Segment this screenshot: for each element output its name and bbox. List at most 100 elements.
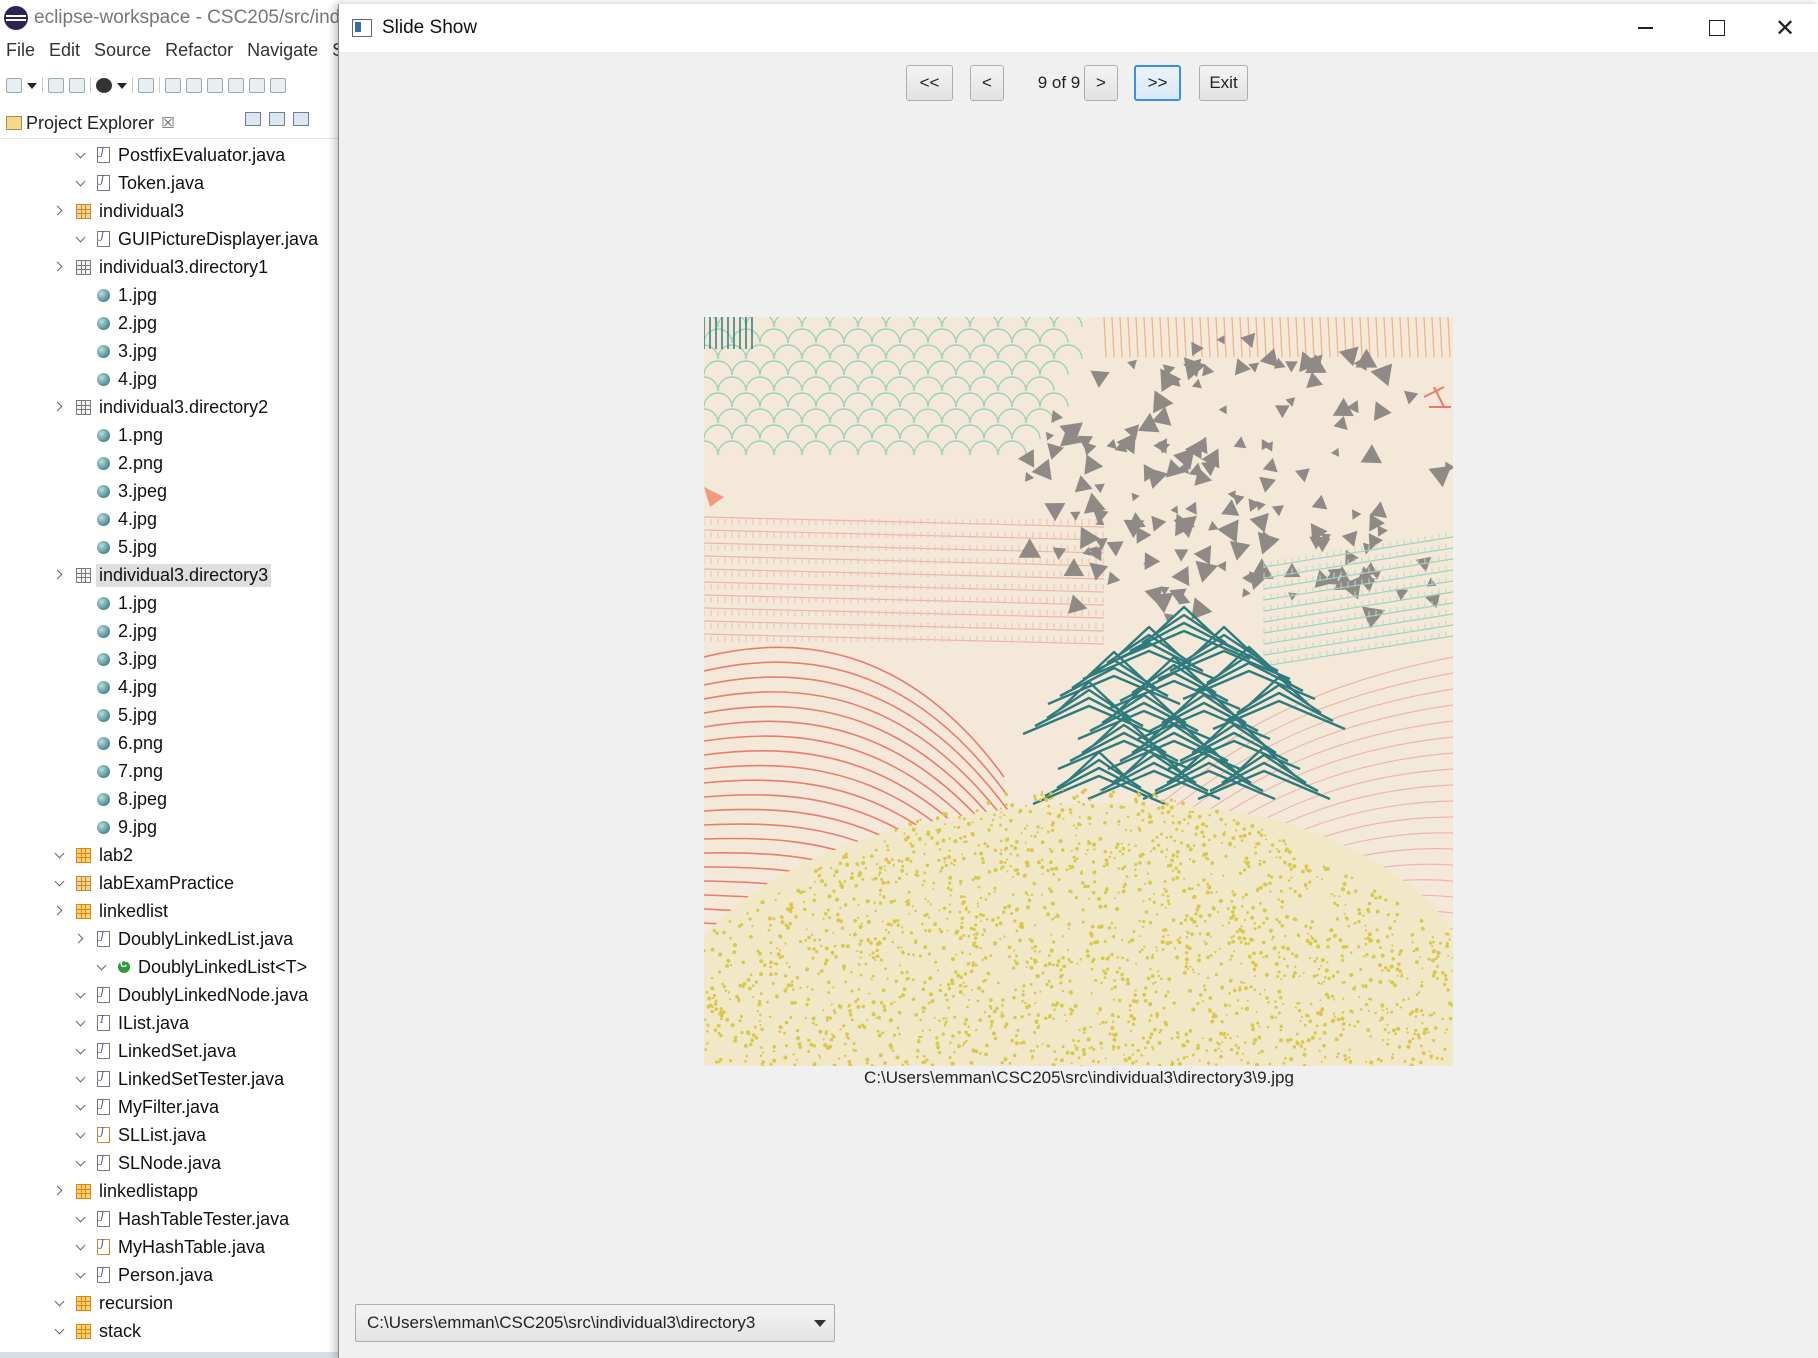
tree-item[interactable]: MyFilter.java	[73, 1093, 219, 1121]
menu-edit[interactable]: Edit	[43, 37, 88, 65]
tree-item[interactable]: 7.png	[73, 757, 163, 785]
tree-item[interactable]: DoublyLinkedNode.java	[73, 981, 308, 1009]
directory-dropdown[interactable]: C:\Users\emman\CSC205\src\individual3\di…	[355, 1304, 835, 1342]
tree-item[interactable]: 3.jpeg	[73, 477, 167, 505]
chevron-right-icon[interactable]	[73, 1239, 89, 1255]
tree-item[interactable]: individual3.directory2	[52, 393, 268, 421]
chevron-right-icon[interactable]	[73, 147, 89, 163]
chevron-right-icon[interactable]	[52, 875, 68, 891]
save-icon[interactable]	[48, 77, 64, 93]
image-file-icon	[97, 652, 110, 666]
tree-item[interactable]: 3.jpg	[73, 645, 157, 673]
step-over-icon[interactable]	[270, 77, 286, 93]
tree-item[interactable]: Person.java	[73, 1261, 213, 1289]
step-into-icon[interactable]	[249, 77, 265, 93]
tree-item[interactable]: 1.jpg	[73, 589, 157, 617]
run-config-icon[interactable]	[96, 77, 112, 93]
tree-item[interactable]: 9.jpg	[73, 813, 157, 841]
chevron-right-icon[interactable]	[52, 1295, 68, 1311]
menu-refactor[interactable]: Refactor	[159, 37, 241, 65]
chevron-right-icon[interactable]	[73, 1015, 89, 1031]
resume-icon[interactable]	[165, 77, 181, 93]
chevron-right-icon[interactable]	[73, 1099, 89, 1115]
close-button[interactable]: ✕	[1750, 4, 1818, 52]
tree-item[interactable]: 3.jpg	[73, 337, 157, 365]
run-config-dropdown-icon[interactable]	[117, 80, 127, 90]
tree-item[interactable]: 8.jpeg	[73, 785, 167, 813]
tree-item[interactable]: GUIPictureDisplayer.java	[73, 225, 318, 253]
chevron-right-icon[interactable]	[52, 847, 68, 863]
last-image-button[interactable]: >>	[1134, 65, 1181, 101]
collapse-all-icon[interactable]	[245, 112, 261, 126]
chevron-down-icon[interactable]	[73, 931, 89, 947]
chevron-down-icon[interactable]	[52, 399, 68, 415]
tree-item[interactable]: 6.png	[73, 729, 163, 757]
skip-breakpoints-icon[interactable]	[138, 77, 154, 93]
tree-item[interactable]: 4.jpg	[73, 365, 157, 393]
tree-item[interactable]: PostfixEvaluator.java	[73, 141, 285, 169]
suspend-icon[interactable]	[186, 77, 202, 93]
terminate-icon[interactable]	[207, 77, 223, 93]
tree-item[interactable]: 2.jpg	[73, 617, 157, 645]
filters-icon[interactable]	[293, 112, 309, 126]
disconnect-icon[interactable]	[228, 77, 244, 93]
chevron-right-icon[interactable]	[73, 1071, 89, 1087]
tree-item[interactable]: DoublyLinkedList.java	[73, 925, 293, 953]
menu-source[interactable]: Source	[88, 37, 159, 65]
tree-item[interactable]: labExamPractice	[52, 869, 234, 897]
chevron-right-icon[interactable]	[52, 1323, 68, 1339]
tree-item[interactable]: 5.jpg	[73, 701, 157, 729]
chevron-right-icon[interactable]	[73, 1043, 89, 1059]
tree-item[interactable]: LinkedSet.java	[73, 1037, 236, 1065]
chevron-down-icon[interactable]	[52, 567, 68, 583]
tree-item[interactable]: 5.jpg	[73, 533, 157, 561]
next-image-button[interactable]: >	[1084, 65, 1118, 101]
tree-item[interactable]: 4.jpg	[73, 505, 157, 533]
chevron-right-icon[interactable]	[73, 175, 89, 191]
tree-item[interactable]: 1.png	[73, 421, 163, 449]
tree-item[interactable]: SLList.java	[73, 1121, 206, 1149]
tree-item[interactable]: individual3.directory1	[52, 253, 268, 281]
menu-file[interactable]: File	[0, 37, 43, 65]
tree-item[interactable]: individual3.directory3	[52, 561, 272, 589]
tree-item[interactable]: individual3	[52, 197, 184, 225]
chevron-down-icon[interactable]	[52, 203, 68, 219]
tree-item[interactable]: HashTableTester.java	[73, 1205, 289, 1233]
previous-image-button[interactable]: <	[970, 65, 1004, 101]
chevron-down-icon[interactable]	[52, 903, 68, 919]
first-image-button[interactable]: <<	[906, 65, 953, 101]
minimize-button[interactable]	[1610, 4, 1680, 52]
tree-item[interactable]: lab2	[52, 841, 133, 869]
tree-item[interactable]: SLNode.java	[73, 1149, 221, 1177]
chevron-right-icon[interactable]	[73, 231, 89, 247]
chevron-right-icon[interactable]	[73, 1267, 89, 1283]
chevron-right-icon[interactable]	[73, 987, 89, 1003]
tree-item[interactable]: MyHashTable.java	[73, 1233, 265, 1261]
close-tab-icon[interactable]: ☒	[161, 114, 174, 132]
tree-item[interactable]: DoublyLinkedList<T>	[94, 953, 307, 981]
tree-item[interactable]: linkedlistapp	[52, 1177, 198, 1205]
tree-item[interactable]: 4.jpg	[73, 673, 157, 701]
chevron-right-icon[interactable]	[94, 959, 110, 975]
save-all-icon[interactable]	[69, 77, 85, 93]
maximize-button[interactable]	[1682, 4, 1752, 52]
chevron-right-icon[interactable]	[73, 1211, 89, 1227]
tree-item[interactable]: Token.java	[73, 169, 204, 197]
link-with-editor-icon[interactable]	[269, 112, 285, 126]
tree-item[interactable]: 2.jpg	[73, 309, 157, 337]
chevron-right-icon[interactable]	[73, 1155, 89, 1171]
chevron-right-icon[interactable]	[73, 1127, 89, 1143]
chevron-down-icon[interactable]	[52, 259, 68, 275]
tree-item[interactable]: stack	[52, 1317, 141, 1345]
new-dropdown-icon[interactable]	[27, 80, 37, 90]
tree-item[interactable]: IList.java	[73, 1009, 189, 1037]
tree-item[interactable]: 2.png	[73, 449, 163, 477]
menu-navigate[interactable]: Navigate	[241, 37, 326, 65]
tree-item[interactable]: recursion	[52, 1289, 173, 1317]
exit-button[interactable]: Exit	[1199, 65, 1248, 101]
tree-item[interactable]: 1.jpg	[73, 281, 157, 309]
tree-item[interactable]: linkedlist	[52, 897, 168, 925]
new-icon[interactable]	[6, 77, 22, 93]
tree-item[interactable]: LinkedSetTester.java	[73, 1065, 284, 1093]
chevron-down-icon[interactable]	[52, 1183, 68, 1199]
